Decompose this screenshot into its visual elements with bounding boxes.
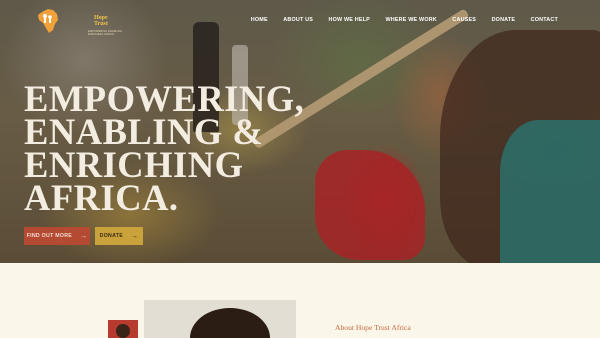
find-out-more-label: FIND OUT MORE (26, 233, 73, 239)
nav-item-causes[interactable]: CAUSES (452, 17, 476, 23)
nav-item-contact[interactable]: CONTACT (531, 17, 558, 23)
hero-headline: EMPOWERING, ENABLING & ENRICHING AFRICA. (24, 80, 304, 218)
arrow-right-icon: → (80, 232, 88, 240)
site-logo[interactable]: Hope Trust EMPOWERING ENABLING ENRICHING… (34, 6, 122, 36)
nav-item-where-we-work[interactable]: WHERE WE WORK (385, 17, 436, 23)
about-section-label: About Hope Trust Africa (335, 323, 411, 332)
hero-banner: Hope Trust EMPOWERING ENABLING ENRICHING… (0, 0, 600, 263)
arrow-right-icon: → (131, 232, 139, 240)
about-photo-portrait (144, 300, 296, 338)
nav-item-donate[interactable]: DONATE (492, 17, 516, 23)
find-out-more-button[interactable]: FIND OUT MORE → (24, 227, 90, 245)
main-navigation: HOME ABOUT US HOW WE HELP WHERE WE WORK … (235, 17, 558, 23)
donate-label: DONATE (99, 233, 123, 239)
headline-line: AFRICA. (24, 177, 179, 218)
nav-item-about-us[interactable]: ABOUT US (283, 17, 313, 23)
logo-subtitle: EMPOWERING ENABLING ENRICHING AFRICA (88, 30, 123, 36)
logo-title: Hope Trust (94, 15, 108, 27)
nav-item-home[interactable]: HOME (251, 17, 268, 23)
donate-button[interactable]: DONATE → (95, 227, 143, 245)
about-photo-small (108, 320, 138, 338)
nav-item-how-we-help[interactable]: HOW WE HELP (329, 17, 370, 23)
africa-map-logo-icon (38, 9, 58, 33)
about-section (0, 263, 600, 338)
